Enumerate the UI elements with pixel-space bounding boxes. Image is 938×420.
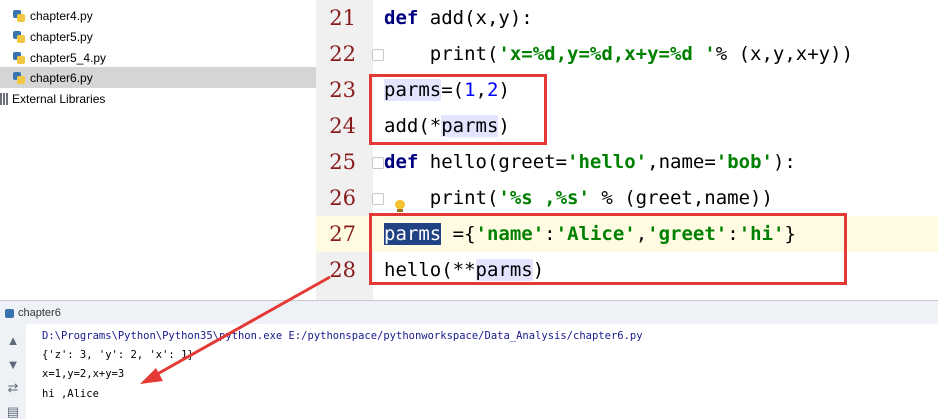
project-tree: chapter4.py chapter5.py chapter5_4.py ch… — [0, 0, 316, 300]
code-line[interactable]: 22 print('x=%d,y=%d,x+y=%d '% (x,y,x+y)) — [316, 36, 938, 72]
tree-item-label: chapter4.py — [30, 8, 93, 23]
console-line: x=1,y=2,x+y=3 — [42, 368, 125, 380]
code-line[interactable]: 25 def hello(greet='hello',name='bob'): — [316, 144, 938, 180]
code-line[interactable]: 21 def add(x,y): — [316, 0, 938, 36]
console-line: {'z': 3, 'y': 2, 'x': 1} — [42, 349, 194, 361]
code-editor[interactable]: 21 def add(x,y): 22 print('x=%d,y=%d,x+y… — [316, 0, 938, 300]
run-toolbar: ▲ ▼ ⇄ ▤ — [0, 324, 26, 419]
arrow-down-icon[interactable]: ▼ — [5, 356, 21, 372]
run-console[interactable]: D:\Programs\Python\Python35\python.exe E… — [26, 324, 938, 419]
python-file-icon — [13, 30, 25, 43]
console-line: hi ,Alice — [42, 388, 99, 400]
annotation-box-dict — [369, 213, 847, 285]
annotation-box-tuple — [369, 74, 547, 145]
line-number: 23 — [329, 78, 356, 102]
code-line[interactable]: 26 print('%s ,%s' % (greet,name)) — [316, 180, 938, 216]
line-number: 27 — [329, 222, 356, 246]
fold-marker-icon[interactable] — [372, 49, 384, 61]
lightbulb-icon[interactable] — [395, 200, 405, 212]
run-panel-header: chapter6 — [0, 300, 938, 325]
tree-item-label: chapter5.py — [30, 29, 93, 44]
tree-item-label: External Libraries — [12, 91, 106, 106]
print-icon[interactable]: ▤ — [5, 404, 21, 420]
python-run-icon — [5, 308, 14, 318]
tree-item-external-libraries[interactable]: External Libraries — [0, 88, 316, 109]
fold-marker-icon[interactable] — [372, 157, 384, 169]
python-file-icon — [13, 9, 25, 22]
tree-item-label: chapter5_4.py — [30, 50, 107, 65]
tree-item-chapter5-4[interactable]: chapter5_4.py — [0, 47, 316, 68]
line-number: 28 — [329, 258, 356, 282]
console-line: D:\Programs\Python\Python35\python.exe E… — [42, 330, 643, 342]
soft-wrap-icon[interactable]: ⇄ — [5, 380, 21, 396]
line-number: 25 — [329, 150, 356, 174]
code-text: print('%s ,%s' % (greet,name)) — [384, 187, 773, 209]
python-file-icon — [13, 51, 25, 64]
tree-item-label: chapter6.py — [30, 70, 93, 85]
tree-item-chapter4[interactable]: chapter4.py — [0, 5, 316, 26]
arrow-up-icon[interactable]: ▲ — [5, 332, 21, 348]
run-tab-title[interactable]: chapter6 — [18, 307, 61, 319]
python-file-icon — [13, 71, 25, 84]
code-text: def add(x,y): — [384, 7, 533, 29]
line-number: 24 — [329, 114, 356, 138]
line-number: 21 — [329, 6, 356, 30]
tree-item-chapter5[interactable]: chapter5.py — [0, 26, 316, 47]
code-text: def hello(greet='hello',name='bob'): — [384, 151, 796, 173]
fold-marker-icon[interactable] — [372, 193, 384, 205]
line-number: 22 — [329, 42, 356, 66]
tree-item-chapter6[interactable]: chapter6.py — [0, 67, 316, 88]
library-icon — [0, 92, 8, 105]
line-number: 26 — [329, 186, 356, 210]
code-text: print('x=%d,y=%d,x+y=%d '% (x,y,x+y)) — [384, 43, 854, 65]
